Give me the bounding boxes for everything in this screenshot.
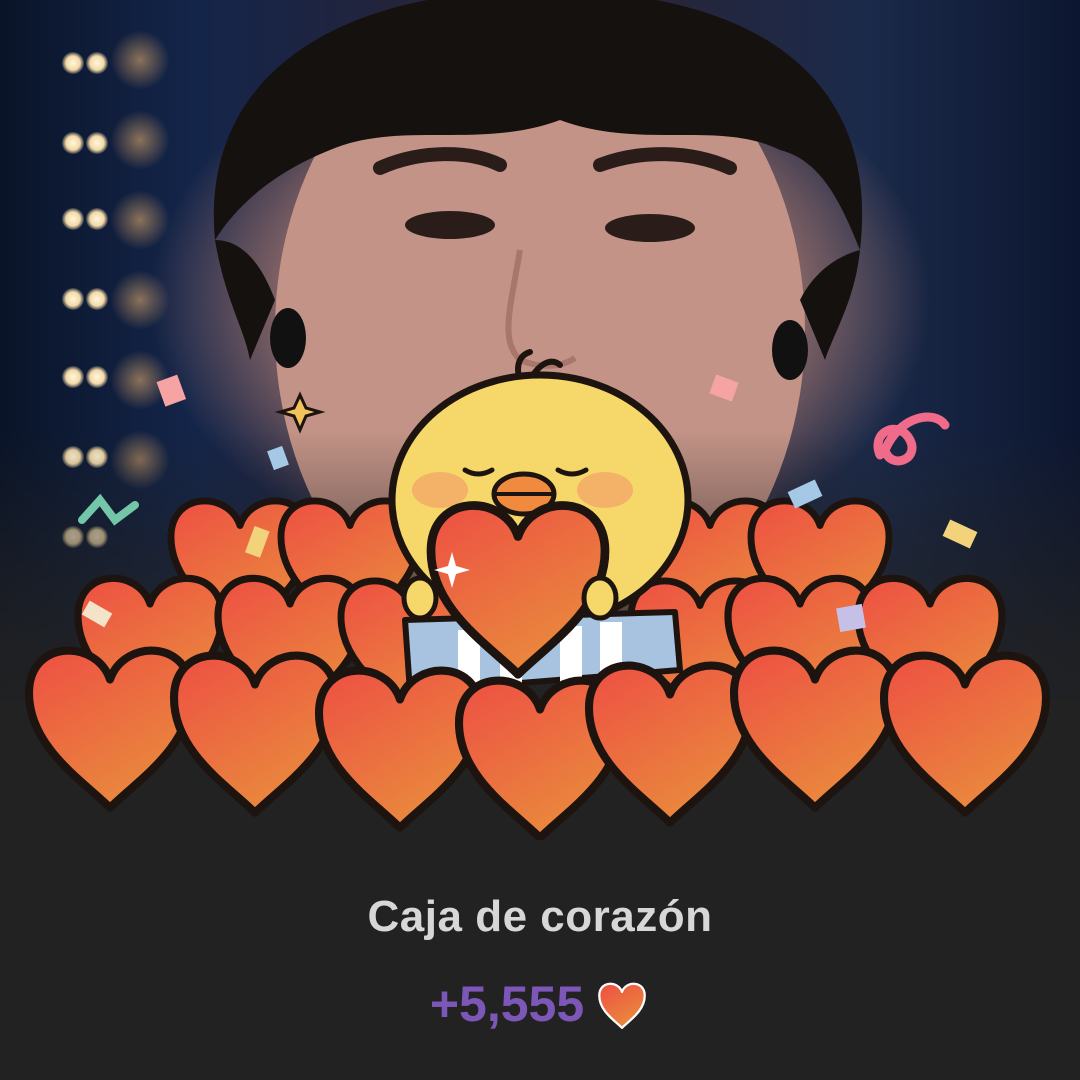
reward-points-row: +5,555 <box>0 972 1080 1036</box>
heart-icon <box>598 982 647 1029</box>
reward-sticker <box>0 349 1080 840</box>
reward-popup: Caja de corazón +5,555 <box>0 0 1080 1080</box>
reward-points: +5,555 <box>429 976 585 1032</box>
reward-title: Caja de corazón <box>367 892 713 941</box>
